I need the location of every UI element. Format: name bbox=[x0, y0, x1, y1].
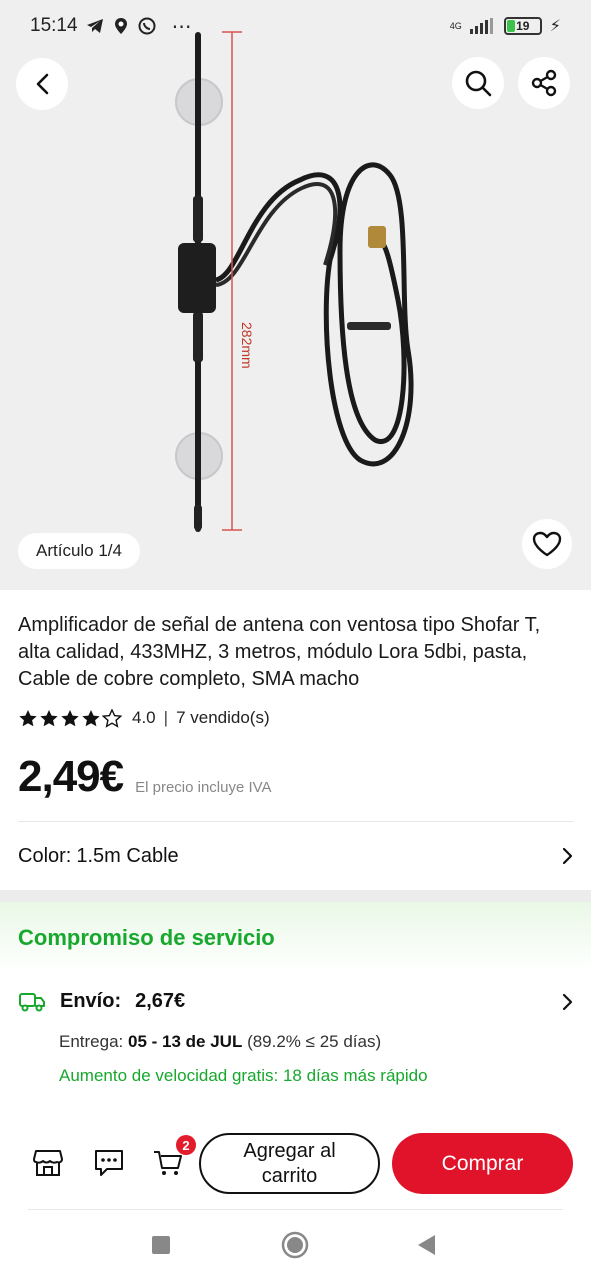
service-title: Compromiso de servicio bbox=[18, 925, 275, 950]
shipping-price: 2,67€ bbox=[135, 990, 186, 1012]
image-counter: Artículo 1/4 bbox=[18, 533, 140, 569]
price-row: 2,49€ El precio incluye IVA bbox=[18, 752, 272, 802]
rating-row[interactable]: 4.0 | 7 vendido(s) bbox=[18, 708, 270, 728]
search-button[interactable] bbox=[452, 57, 504, 109]
network-type: 4G bbox=[449, 21, 462, 31]
divider bbox=[18, 821, 573, 822]
color-value: 1.5m Cable bbox=[76, 844, 179, 867]
recent-apps-button[interactable] bbox=[150, 1234, 172, 1256]
delivery-label: Entrega: bbox=[59, 1032, 124, 1051]
store-button[interactable] bbox=[30, 1145, 66, 1181]
chat-icon bbox=[95, 1150, 123, 1176]
system-navigation-bar bbox=[0, 1215, 591, 1280]
back-button[interactable] bbox=[16, 58, 68, 110]
dimension-label: 282mm bbox=[239, 322, 255, 369]
cart-count-badge: 2 bbox=[176, 1135, 196, 1155]
message-button[interactable] bbox=[91, 1145, 127, 1181]
chevron-right-icon bbox=[562, 993, 573, 1010]
star-outline-icon bbox=[102, 708, 122, 728]
buy-now-button[interactable]: Comprar bbox=[392, 1133, 573, 1194]
share-button[interactable] bbox=[518, 57, 570, 109]
more-notifications-icon: ⋯ bbox=[171, 15, 192, 38]
star-icon bbox=[40, 709, 58, 726]
sold-count: 7 vendido(s) bbox=[176, 708, 270, 727]
shipping-label: Envío: bbox=[60, 990, 122, 1012]
shipping-row[interactable]: Envío: 2,67€ bbox=[18, 990, 574, 1013]
delivery-dates: 05 - 13 de JUL bbox=[128, 1032, 243, 1051]
share-icon bbox=[531, 69, 557, 97]
star-icon bbox=[61, 709, 79, 726]
store-icon bbox=[33, 1150, 63, 1176]
battery-icon: 19 bbox=[503, 17, 542, 35]
star-icon bbox=[19, 709, 37, 726]
home-button[interactable] bbox=[281, 1231, 309, 1259]
heart-icon bbox=[532, 531, 562, 557]
telegram-icon bbox=[86, 19, 103, 33]
charging-icon: ⚡ bbox=[549, 18, 561, 35]
color-selector[interactable]: Color: 1.5m Cable bbox=[18, 836, 574, 876]
add-to-cart-button[interactable]: Agregar al carrito bbox=[199, 1133, 380, 1194]
triangle-back-icon bbox=[418, 1235, 435, 1255]
clock: 15:14 bbox=[30, 15, 78, 36]
section-separator bbox=[0, 890, 591, 902]
color-label: Color: bbox=[18, 844, 72, 867]
price: 2,49€ bbox=[18, 752, 124, 801]
vat-note: El precio incluye IVA bbox=[135, 779, 272, 796]
status-bar: 15:14 ⋯ 4G 19 ⚡ bbox=[0, 0, 591, 52]
circle-home-icon bbox=[281, 1231, 309, 1259]
search-icon bbox=[465, 70, 492, 97]
wishlist-button[interactable] bbox=[522, 519, 572, 569]
delivery-stat: (89.2% ≤ 25 días) bbox=[247, 1032, 382, 1051]
signal-icon bbox=[469, 18, 493, 34]
rating-stars bbox=[18, 708, 122, 728]
star-icon bbox=[82, 709, 100, 726]
back-nav-button[interactable] bbox=[415, 1233, 437, 1257]
separator: | bbox=[163, 708, 169, 727]
product-title: Amplificador de señal de antena con vent… bbox=[18, 614, 541, 690]
whatsapp-icon bbox=[138, 17, 156, 35]
square-icon bbox=[152, 1236, 170, 1254]
chevron-right-icon bbox=[562, 847, 573, 865]
chevron-left-icon bbox=[36, 73, 49, 95]
delivery-estimate: Entrega: 05 - 13 de JUL (89.2% ≤ 25 días… bbox=[59, 1032, 381, 1052]
divider bbox=[28, 1209, 563, 1210]
rating-value: 4.0 bbox=[132, 708, 156, 727]
speed-note: Aumento de velocidad gratis: 18 días más… bbox=[59, 1066, 428, 1085]
truck-icon bbox=[19, 992, 45, 1011]
location-icon bbox=[114, 18, 127, 34]
